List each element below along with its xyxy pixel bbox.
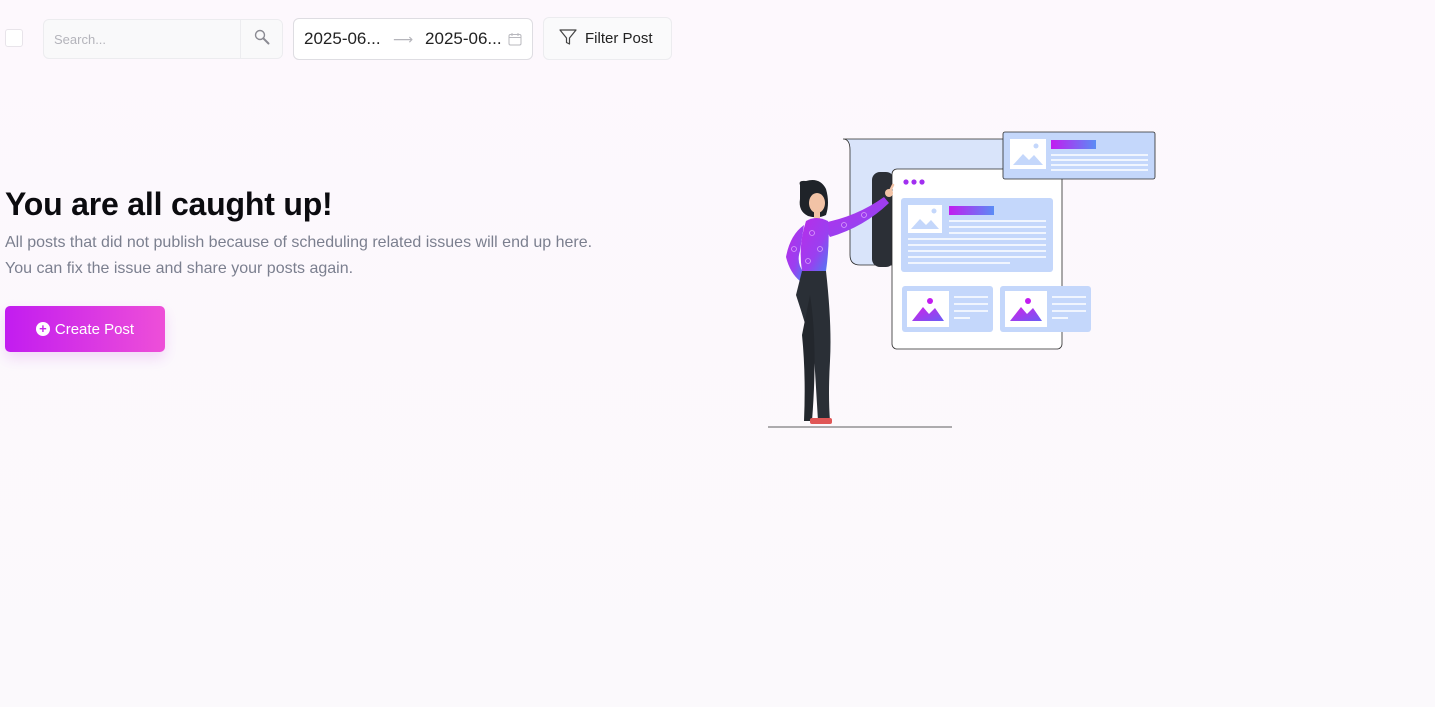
search-input[interactable]	[44, 20, 240, 58]
empty-state-description: All posts that did not publish because o…	[5, 230, 705, 282]
search-box	[43, 19, 283, 59]
filter-post-button[interactable]: Filter Post	[543, 17, 672, 60]
date-range-picker[interactable]: 2025-06... ⟶ 2025-06...	[293, 18, 533, 60]
select-all-checkbox[interactable]	[5, 29, 23, 47]
create-post-button[interactable]: + Create Post	[5, 306, 165, 352]
plus-circle-icon: +	[35, 322, 50, 336]
date-end[interactable]: 2025-06...	[425, 29, 508, 49]
date-start[interactable]: 2025-06...	[304, 29, 387, 49]
search-button[interactable]	[240, 20, 282, 58]
filter-icon	[558, 27, 578, 51]
description-line-2: You can fix the issue and share your pos…	[5, 260, 354, 277]
empty-state-illustration	[760, 125, 1160, 430]
failed-posts-page: 2025-06... ⟶ 2025-06... Filter Post You …	[0, 0, 1435, 707]
search-icon	[253, 28, 271, 51]
filter-post-label: Filter Post	[585, 30, 653, 47]
post-toolbar: 2025-06... ⟶ 2025-06... Filter Post	[0, 17, 700, 60]
create-post-label: Create Post	[54, 320, 135, 338]
description-line-1: All posts that did not publish because o…	[5, 234, 593, 251]
empty-state-title: You are all caught up!	[5, 186, 333, 222]
calendar-icon	[508, 32, 522, 46]
arrow-right-icon: ⟶	[392, 30, 414, 47]
